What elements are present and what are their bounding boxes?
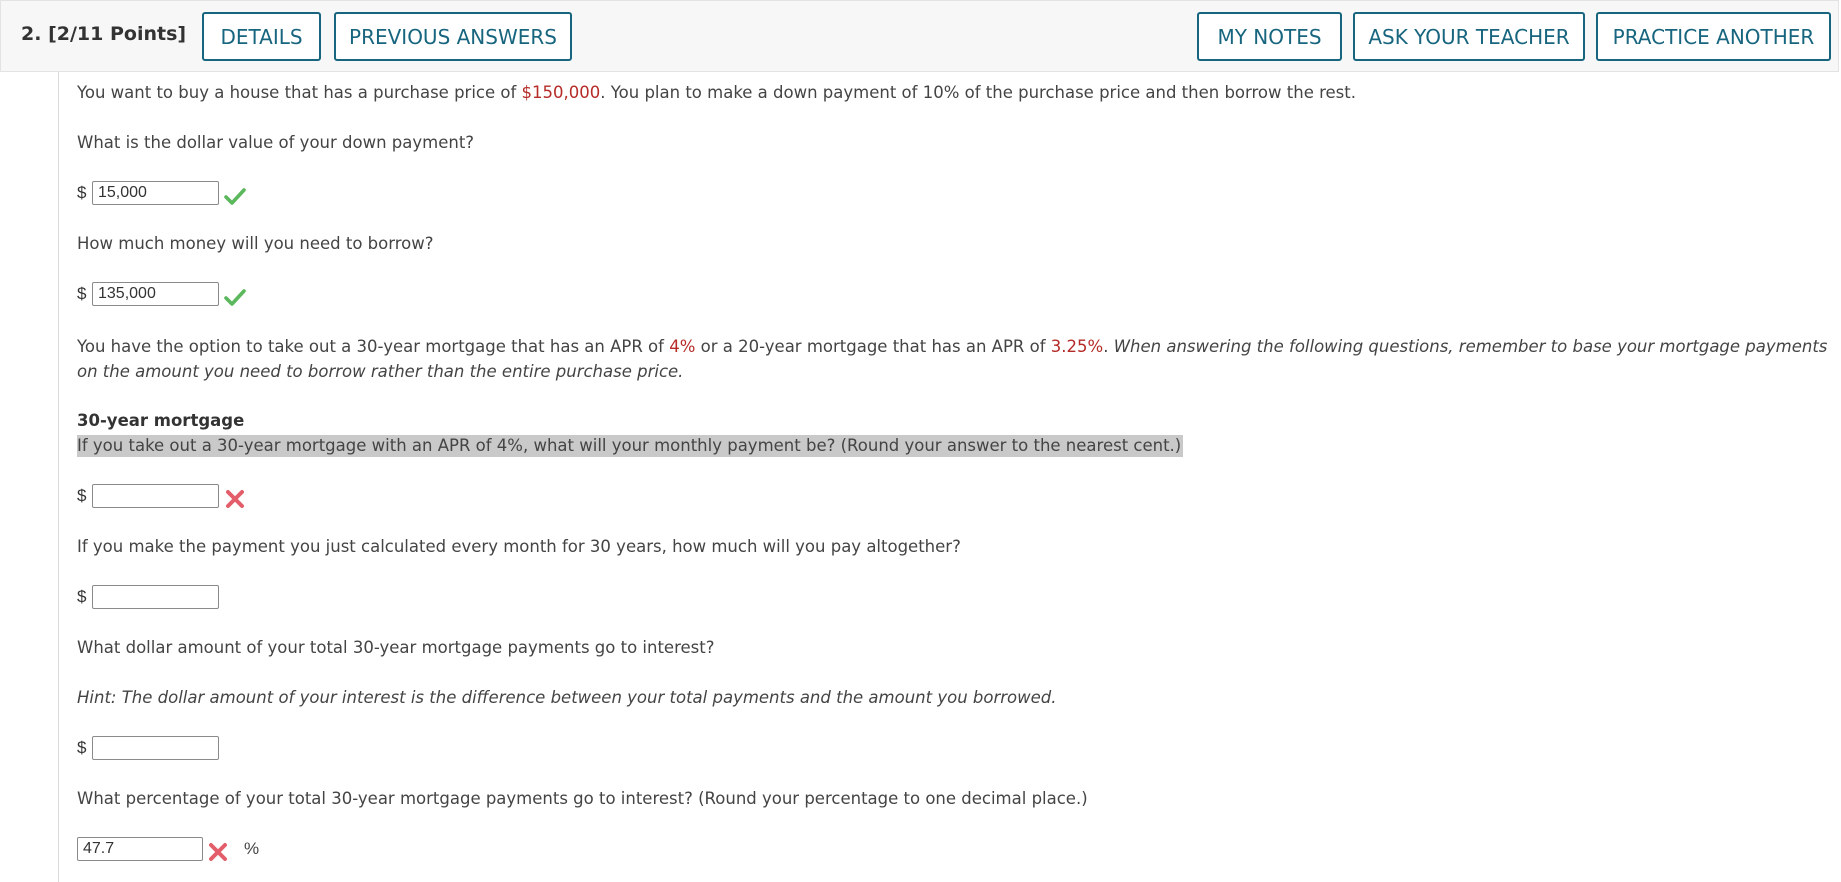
interest-amount-input[interactable] [92,736,219,760]
my-notes-button[interactable]: MY NOTES [1197,12,1342,61]
currency-prefix: $ [77,587,87,606]
practice-another-button[interactable]: PRACTICE ANOTHER [1596,12,1831,61]
currency-prefix: $ [77,738,87,757]
borrow-question: How much money will you need to borrow? [77,234,434,253]
problem-intro: You want to buy a house that has a purch… [77,83,1356,102]
x-icon [226,490,244,508]
question-points: 2. [2/11 Points] [21,23,187,45]
interest-percent-input[interactable] [77,837,203,861]
apr-30-value: 4% [669,337,696,356]
down-payment-input[interactable] [92,181,219,205]
currency-prefix: $ [77,183,87,202]
interest-hint: Hint: The dollar amount of your interest… [77,688,1057,707]
purchase-price: $150,000 [521,83,601,102]
percent-unit: % [244,839,260,858]
borrow-amount-input[interactable] [92,282,219,306]
mortgage-options-note: on the amount you need to borrow rather … [77,362,684,381]
currency-prefix: $ [77,284,87,303]
question-header: 2. [2/11 Points] DETAILS PREVIOUS ANSWER… [0,0,1839,72]
previous-answers-button[interactable]: PREVIOUS ANSWERS [334,12,572,61]
interest-amount-question: What dollar amount of your total 30-year… [77,638,715,657]
ask-your-teacher-button[interactable]: ASK YOUR TEACHER [1353,12,1585,61]
mortgage-options: You have the option to take out a 30-yea… [77,337,1828,356]
content-divider [58,72,59,882]
currency-prefix: $ [77,486,87,505]
total-paid-question: If you make the payment you just calcula… [77,537,961,556]
down-payment-question: What is the dollar value of your down pa… [77,133,475,152]
monthly-payment-question: If you take out a 30-year mortgage with … [77,435,1184,457]
details-button[interactable]: DETAILS [202,12,321,61]
check-icon [224,289,246,306]
x-icon [209,843,227,861]
interest-percent-question: What percentage of your total 30-year mo… [77,789,1088,808]
section-heading-30-year: 30-year mortgage [77,411,245,430]
check-icon [224,188,246,205]
apr-20-value: 3.25% [1050,337,1104,356]
total-paid-input[interactable] [92,585,219,609]
monthly-payment-input[interactable] [92,484,219,508]
